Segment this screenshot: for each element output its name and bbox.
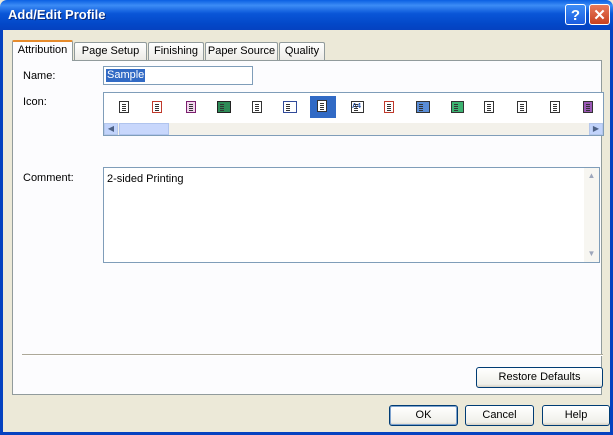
tab-quality[interactable]: Quality xyxy=(279,42,325,60)
document-image-icon[interactable] xyxy=(216,99,232,115)
scroll-up-icon[interactable]: ▲ xyxy=(585,169,598,183)
icon-scrollbar[interactable]: ◀ ▶ xyxy=(104,123,603,135)
window-title: Add/Edit Profile xyxy=(8,7,106,22)
question-icon: ? xyxy=(570,7,581,24)
scroll-thumb[interactable] xyxy=(119,123,169,135)
name-label: Name: xyxy=(23,70,56,82)
help-title-button[interactable]: ? xyxy=(565,4,586,25)
scroll-left-icon[interactable]: ◀ xyxy=(104,123,118,135)
document-staple-icon[interactable] xyxy=(183,99,199,115)
restore-defaults-button[interactable]: Restore Defaults xyxy=(476,367,603,388)
comment-label: Comment: xyxy=(23,172,74,184)
scroll-right-icon[interactable]: ▶ xyxy=(589,123,603,135)
tab-page-setup[interactable]: Page Setup xyxy=(74,42,147,60)
document-photo-icon[interactable] xyxy=(415,99,431,115)
document-multi-icon[interactable] xyxy=(282,99,298,115)
tab-finishing[interactable]: Finishing xyxy=(148,42,204,60)
close-icon: ✕ xyxy=(593,7,606,24)
document-duplex-icon[interactable] xyxy=(310,96,336,118)
document-text-icon[interactable] xyxy=(514,99,530,115)
comment-textarea[interactable]: 2-sided Printing ▲ ▼ xyxy=(103,167,600,263)
document-a4-icon[interactable]: A4 xyxy=(348,99,364,115)
title-bar: Add/Edit Profile ? ✕ xyxy=(0,0,613,30)
document-red-icon[interactable] xyxy=(149,99,165,115)
tab-attribution[interactable]: Attribution xyxy=(12,40,73,61)
tab-paper-source[interactable]: Paper Source xyxy=(205,42,278,60)
name-value: Sample xyxy=(106,69,146,82)
name-input[interactable]: Sample xyxy=(103,66,253,85)
close-button[interactable]: ✕ xyxy=(589,4,610,25)
document-color-icon[interactable] xyxy=(381,99,397,115)
cancel-button[interactable]: Cancel xyxy=(465,405,534,426)
document-gray-icon[interactable] xyxy=(481,99,497,115)
document-icon[interactable] xyxy=(116,99,132,115)
icon-label: Icon: xyxy=(23,96,47,108)
help-button[interactable]: Help xyxy=(542,405,610,426)
document-booklet-icon[interactable] xyxy=(448,99,464,115)
document-rainbow-icon[interactable] xyxy=(580,99,596,115)
document-lines-icon[interactable] xyxy=(249,99,265,115)
scroll-down-icon[interactable]: ▼ xyxy=(585,247,598,261)
divider xyxy=(22,354,603,356)
icon-list[interactable]: A4 ◀ ▶ xyxy=(103,92,604,136)
document-small-icon[interactable] xyxy=(547,99,563,115)
comment-text: 2-sided Printing xyxy=(107,173,184,185)
comment-scrollbar[interactable]: ▲ ▼ xyxy=(584,168,599,262)
ok-button[interactable]: OK xyxy=(389,405,458,426)
